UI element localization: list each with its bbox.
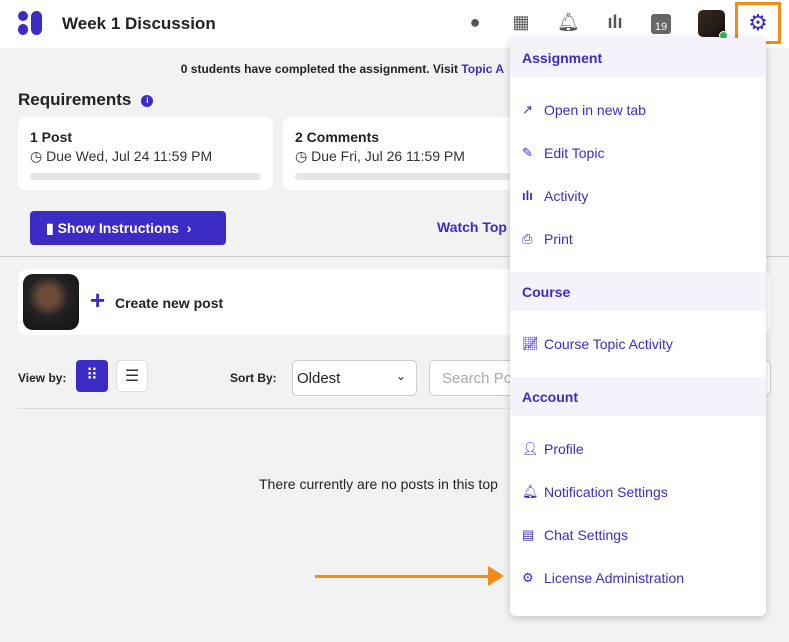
external-link-icon: ↗	[522, 101, 533, 117]
list-view-button[interactable]: ☰	[116, 360, 148, 392]
grid-view-button[interactable]: ⠿	[76, 360, 108, 392]
create-post-label[interactable]: Create new post	[115, 295, 223, 311]
view-by-label: View by:	[18, 371, 67, 385]
chat-icon: ▤	[522, 526, 535, 542]
show-instructions-button[interactable]: ▮ Show Instructions ›	[30, 211, 226, 245]
completion-notice: 0 students have completed the assignment…	[180, 62, 504, 76]
menu-item-edit-topic[interactable]: ✎ Edit Topic	[510, 131, 766, 174]
clock-icon: ◷	[30, 148, 47, 164]
requirement-name: 1 Post	[30, 129, 73, 145]
empty-state-text: There currently are no posts in this top	[259, 476, 498, 492]
menu-item-activity[interactable]: ılı Activity	[510, 174, 766, 217]
sort-by-label: Sort By:	[230, 371, 277, 385]
line-chart-icon: 📈︎	[522, 335, 539, 351]
clock-icon: ◷	[295, 148, 312, 164]
menu-item-course-topic-activity[interactable]: 📈︎ Course Topic Activity	[510, 322, 766, 365]
chevron-down-icon: ⌄	[395, 369, 406, 383]
menu-item-open-new-tab[interactable]: ↗ Open in new tab	[510, 88, 766, 131]
progress-bar	[295, 173, 511, 180]
pencil-icon: ✎	[522, 144, 533, 160]
menu-section-assignment: Assignment	[510, 38, 766, 77]
chat-icon[interactable]: ●	[464, 12, 486, 34]
topic-activity-link[interactable]: Topic A	[461, 62, 504, 76]
sort-select[interactable]: Oldest ⌄	[292, 360, 417, 396]
requirement-due: ◷ Due Fri, Jul 26 11:59 PM	[295, 148, 465, 164]
gear-icon: ⚙	[748, 10, 768, 35]
menu-item-profile[interactable]: 👤︎ Profile	[510, 427, 766, 470]
info-icon[interactable]: i	[141, 94, 154, 107]
user-icon: 👤︎	[522, 440, 539, 456]
requirement-due: ◷ Due Wed, Jul 24 11:59 PM	[30, 148, 213, 164]
requirement-name: 2 Comments	[295, 129, 380, 145]
bell-icon[interactable]: 🔔︎	[557, 12, 580, 34]
page-title: Week 1 Discussion	[62, 14, 216, 33]
apps-grid-icon[interactable]: ▦	[510, 12, 532, 34]
user-avatar[interactable]	[698, 10, 728, 40]
printer-icon: ⎙	[522, 230, 533, 246]
menu-item-notification-settings[interactable]: 🔔︎ Notification Settings	[510, 470, 766, 513]
menu-section-course: Course	[510, 272, 766, 311]
menu-item-chat-settings[interactable]: ▤ Chat Settings	[510, 513, 766, 556]
chevron-right-icon: ›	[178, 220, 192, 236]
bell-icon: 🔔︎	[522, 483, 539, 499]
requirement-card: 2 Comments ◷ Due Fri, Jul 26 11:59 PM	[283, 117, 523, 190]
plus-icon: +	[90, 285, 106, 315]
menu-item-print[interactable]: ⎙ Print	[510, 217, 766, 260]
bar-chart-icon: ılı	[522, 188, 533, 203]
watch-topic-link[interactable]: Watch Top	[437, 219, 507, 235]
progress-bar	[30, 173, 261, 180]
book-icon: ▮	[46, 220, 58, 236]
app-logo[interactable]	[18, 11, 42, 35]
requirements-heading: Requirements i	[18, 90, 154, 110]
stats-icon[interactable]: ılı	[604, 12, 626, 34]
requirement-card: 1 Post ◷ Due Wed, Jul 24 11:59 PM	[18, 117, 273, 190]
annotation-arrow	[315, 566, 504, 586]
user-avatar	[23, 274, 79, 330]
calendar-icon[interactable]: 19	[651, 14, 671, 34]
gear-icon: ⚙	[522, 569, 534, 585]
settings-dropdown-menu: Assignment ↗ Open in new tab ✎ Edit Topic …	[510, 38, 766, 616]
menu-item-license-administration[interactable]: ⚙ License Administration	[510, 556, 766, 599]
menu-section-account: Account	[510, 377, 766, 416]
